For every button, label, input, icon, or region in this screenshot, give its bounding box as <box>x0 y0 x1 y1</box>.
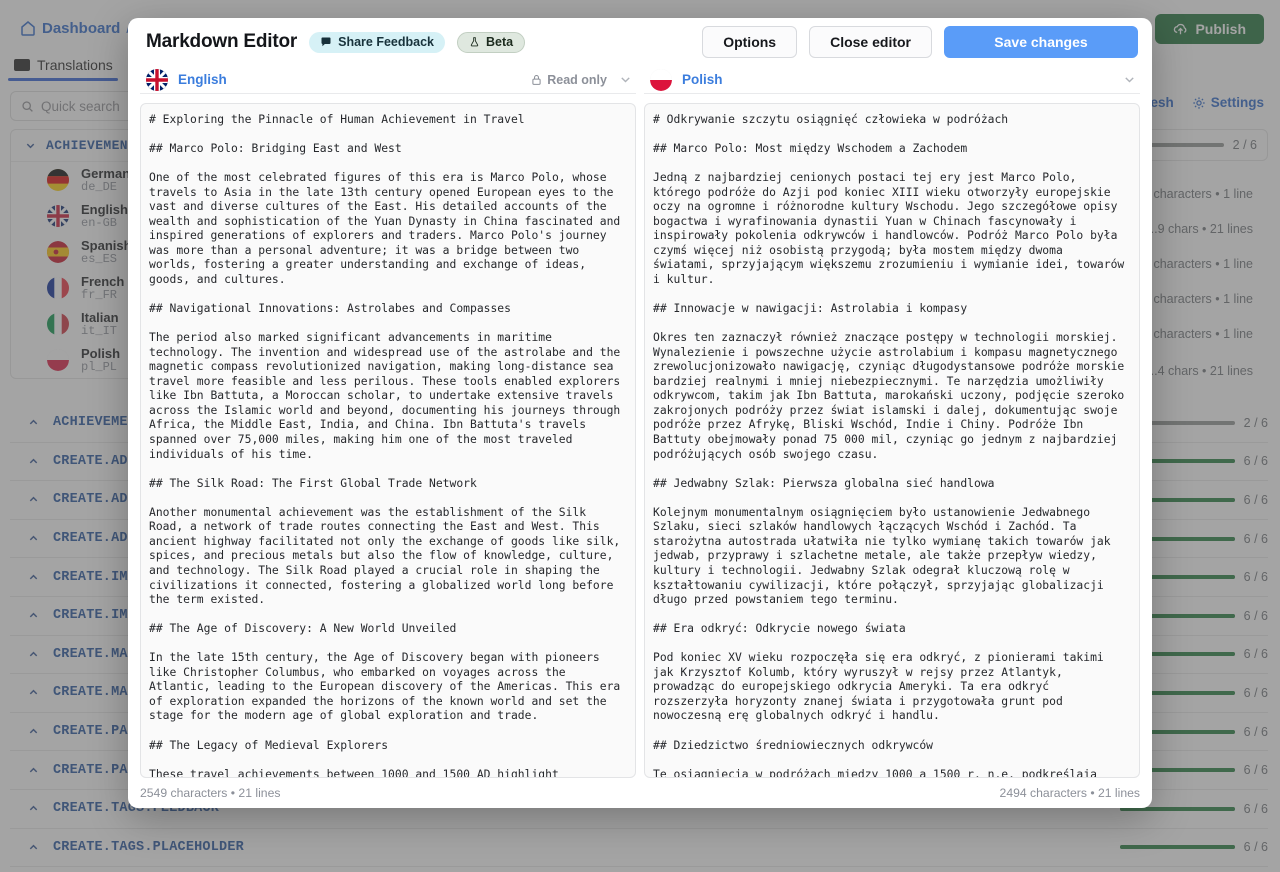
share-feedback-badge[interactable]: Share Feedback <box>309 31 446 53</box>
read-only-label: Read only <box>547 72 607 87</box>
source-chevron-down-icon[interactable] <box>619 73 632 86</box>
target-chevron-down-icon[interactable] <box>1123 73 1136 86</box>
beta-badge: Beta <box>457 31 526 53</box>
flag-pl-pl-icon <box>650 68 672 91</box>
markdown-editor-dialog: Markdown Editor Share Feedback Beta Opti… <box>128 18 1152 808</box>
dialog-header: Markdown Editor Share Feedback Beta Opti… <box>128 18 1152 66</box>
share-feedback-label: Share Feedback <box>338 35 435 49</box>
save-changes-button[interactable]: Save changes <box>944 26 1138 58</box>
target-footer: 2494 characters • 21 lines <box>999 786 1140 800</box>
close-editor-button[interactable]: Close editor <box>809 26 932 58</box>
flag-en-gb-icon <box>146 68 168 91</box>
source-pane: English Read only # Exploring the Pinnac… <box>140 66 636 808</box>
target-language-label: Polish <box>682 72 723 87</box>
source-pane-header: English Read only <box>140 66 636 94</box>
chat-bubble-icon <box>321 37 331 47</box>
target-editor-content: # Odkrywanie szczytu osiągnięć człowieka… <box>653 112 1125 778</box>
flask-icon <box>470 37 479 47</box>
lock-icon <box>532 74 541 85</box>
source-footer: 2549 characters • 21 lines <box>140 786 281 800</box>
read-only-indicator: Read only <box>531 73 607 87</box>
target-pane-header: Polish <box>644 66 1140 94</box>
source-language-label: English <box>178 72 227 87</box>
source-pane-controls: Read only <box>531 73 632 87</box>
source-editor[interactable]: # Exploring the Pinnacle of Human Achiev… <box>140 103 636 778</box>
target-editor[interactable]: # Odkrywanie szczytu osiągnięć człowieka… <box>644 103 1140 778</box>
options-button[interactable]: Options <box>702 26 798 58</box>
editor-panes: English Read only # Exploring the Pinnac… <box>128 66 1152 808</box>
source-editor-content: # Exploring the Pinnacle of Human Achiev… <box>149 112 621 778</box>
target-pane-controls <box>1123 73 1136 86</box>
target-pane: Polish # Odkrywanie szczytu osiągnięć cz… <box>644 66 1140 808</box>
beta-label: Beta <box>486 35 514 49</box>
dialog-title: Markdown Editor <box>146 31 298 52</box>
